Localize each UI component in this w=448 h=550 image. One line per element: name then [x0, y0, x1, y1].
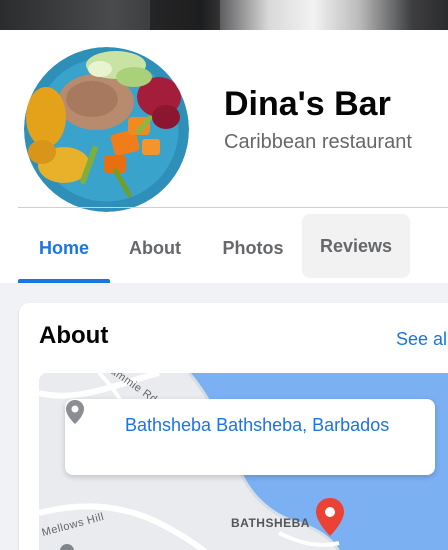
town-label: BATHSHEBA	[231, 516, 310, 530]
tab-home[interactable]: Home	[18, 214, 110, 283]
location-map[interactable]: Cammie Rd Mellows Hill BATHSHEBA Bathshe…	[39, 373, 448, 550]
red-map-marker-icon[interactable]	[315, 497, 345, 537]
address-card[interactable]: Bathsheba Bathsheba, Barbados	[65, 399, 435, 475]
page-title: Dina's Bar	[224, 85, 391, 123]
about-card-title: About	[39, 322, 109, 349]
map-pin-icon	[66, 400, 84, 424]
page-tabs: Home About Photos Reviews	[18, 214, 448, 283]
cover-photo[interactable]	[0, 0, 448, 30]
page-header: Dina's Bar Caribbean restaurant Home Abo…	[0, 30, 448, 283]
tab-about[interactable]: About	[114, 214, 196, 283]
page-category[interactable]: Caribbean restaurant	[224, 131, 412, 154]
tab-photos[interactable]: Photos	[206, 214, 300, 283]
profile-picture[interactable]	[21, 44, 192, 215]
about-card: About See all Cammie Rd Mellows Hill BAT…	[19, 303, 448, 550]
header-divider	[18, 207, 448, 208]
see-all-link[interactable]: See all	[396, 329, 448, 350]
address-link[interactable]: Bathsheba Bathsheba, Barbados	[125, 413, 425, 437]
tab-reviews[interactable]: Reviews	[302, 214, 410, 278]
food-plate-image	[24, 47, 189, 212]
